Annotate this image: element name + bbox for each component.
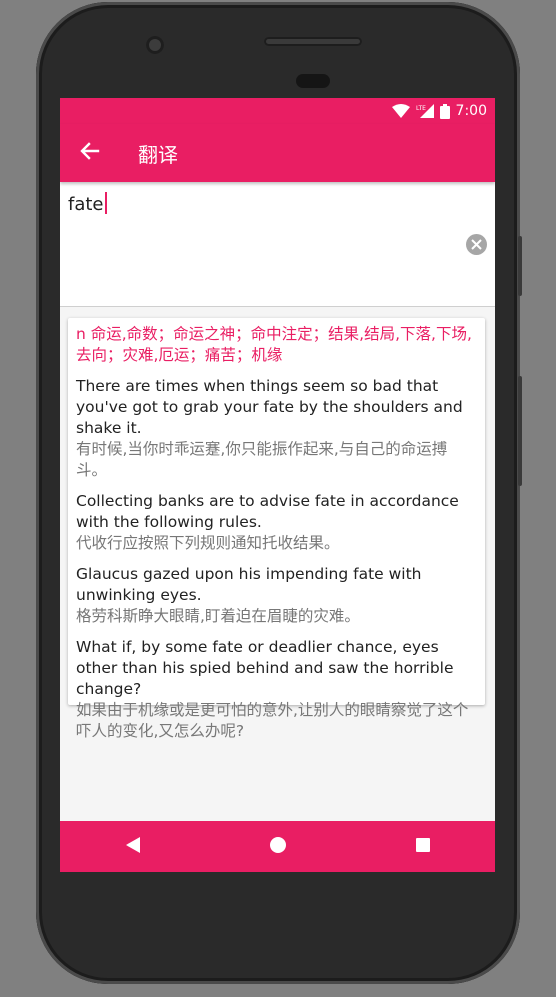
back-button[interactable] [62, 124, 118, 182]
example-chinese: 有时候,当你时乖运蹇,你只能振作起来,与自己的命运搏斗。 [76, 440, 448, 479]
example-item: Collecting banks are to advise fate in a… [76, 491, 477, 554]
home-circle-icon [269, 836, 287, 858]
example-english: There are times when things seem so bad … [76, 377, 463, 437]
example-english: Glaucus gazed upon his impending fate wi… [76, 565, 422, 604]
clear-button[interactable] [466, 234, 487, 255]
nav-recents-button[interactable] [393, 821, 453, 872]
nav-home-button[interactable] [248, 821, 308, 872]
text-caret [104, 192, 107, 214]
example-chinese: 格劳科斯睁大眼睛,盯着迫在眉睫的灾难。 [76, 607, 360, 625]
example-chinese: 如果由于机缘或是更可怕的意外,让别人的眼睛察觉了这个吓人的变化,又怎么办呢? [76, 701, 469, 740]
recents-square-icon [415, 837, 431, 857]
nav-back-button[interactable] [103, 821, 163, 872]
volume-button [518, 236, 522, 296]
example-item: Glaucus gazed upon his impending fate wi… [76, 564, 477, 627]
example-english: What if, by some fate or deadlier chance… [76, 638, 454, 698]
example-chinese: 代收行应按照下列规则通知托收结果。 [76, 534, 340, 552]
example-item: What if, by some fate or deadlier chance… [76, 637, 477, 742]
system-nav-bar [60, 821, 495, 872]
svg-text:LTE: LTE [416, 105, 426, 112]
back-triangle-icon [125, 836, 141, 858]
clear-circle-icon [471, 235, 482, 254]
wifi-icon [391, 104, 410, 118]
proximity-sensor [296, 74, 330, 88]
query-text[interactable]: fate [68, 192, 107, 215]
earpiece-speaker [264, 37, 362, 46]
front-camera [146, 36, 164, 54]
app-bar: 翻译 [60, 124, 495, 182]
example-item: There are times when things seem so bad … [76, 376, 477, 481]
power-button [518, 376, 522, 486]
lte-signal-icon: LTE [416, 104, 434, 118]
arrow-left-icon [80, 141, 100, 165]
definition-text: n 命运,命数；命运之神；命中注定；结果,结局,下落,下场,去向；灾难,厄运；痛… [76, 325, 472, 364]
page-title: 翻译 [138, 142, 178, 167]
query-input[interactable]: fate [60, 182, 495, 307]
clock: 7:00 [455, 103, 487, 119]
screen: LTE 7:00 翻译 fate n 命运,命数；命运之神；命中注定；结果,结局… [60, 98, 495, 872]
translation-card: n 命运,命数；命运之神；命中注定；结果,结局,下落,下场,去向；灾难,厄运；痛… [68, 318, 485, 740]
status-bar: LTE 7:00 [60, 98, 495, 124]
battery-icon [439, 103, 450, 119]
example-english: Collecting banks are to advise fate in a… [76, 492, 459, 531]
